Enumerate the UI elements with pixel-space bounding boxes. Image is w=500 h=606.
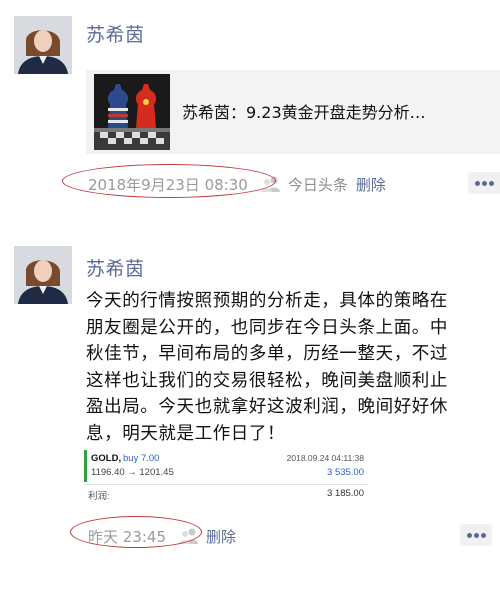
avatar[interactable] — [14, 16, 72, 74]
author-name[interactable]: 苏希茵 — [86, 20, 145, 47]
author-name[interactable]: 苏希茵 — [86, 254, 145, 281]
avatar-photo — [14, 16, 72, 74]
dot-icon — [481, 533, 486, 538]
text-line: 今天的行情按照预期的分析走，具体的策略在 — [86, 291, 448, 311]
trade-datetime: 2018.09.24 04:11:38 — [286, 453, 364, 463]
dot-icon — [474, 533, 479, 538]
moment-post: 苏希茵 苏希茵：9.23黄金开盘走势分析… 2018年9月23日 08:30 今… — [0, 0, 500, 222]
profit-label: 利润: — [88, 491, 110, 502]
trade-profit: 3 535.00 — [327, 467, 364, 478]
trade-symbol: GOLD, — [91, 453, 122, 464]
trade-summary-row: 利润: 3 185.00 — [84, 484, 368, 502]
comment-button[interactable] — [468, 172, 500, 194]
source-label[interactable]: 今日头条 — [288, 174, 348, 195]
trade-prices: 1196.40 → 1201.45 — [91, 467, 174, 478]
text-line: 朋友圈是公开的，也同步在今日头条上面。中 — [86, 317, 448, 338]
timestamp-text: 昨天 23:45 — [88, 527, 166, 546]
text-line: 这样也让我们的交易很轻松，晚间美盘顺利止 — [86, 370, 448, 391]
post-timestamp: 昨天 23:45 — [70, 515, 202, 550]
shared-article-card[interactable]: 苏希茵：9.23黄金开盘走势分析… — [86, 70, 500, 154]
avatar-photo — [14, 246, 72, 304]
article-thumbnail — [94, 74, 170, 150]
profit-total: 3 185.00 — [327, 488, 364, 499]
trade-direction: buy 7.00 — [123, 453, 160, 464]
post-meta: 2018年9月23日 08:30 今日头条 删除 — [62, 163, 386, 198]
people-icon — [260, 176, 280, 192]
text-line: 盈出局。今天也就拿好这波利润，晚间好好休 — [86, 397, 448, 417]
text-line: 秋佳节，早间布局的多单，历经一整天，不过 — [86, 344, 448, 364]
trade-order-row: GOLD, buy 7.00 2018.09.24 04:11:38 1196.… — [84, 450, 368, 482]
post-timestamp: 2018年9月23日 08:30 — [62, 163, 276, 198]
dot-icon — [489, 181, 494, 186]
comment-button[interactable] — [460, 524, 492, 546]
delete-link[interactable]: 删除 — [356, 174, 386, 195]
article-title: 苏希茵：9.23黄金开盘走势分析… — [182, 103, 426, 122]
people-icon — [179, 528, 198, 544]
dot-icon — [475, 181, 480, 186]
text-line: 息，明天就是工作日了！ — [86, 423, 286, 444]
timestamp-text: 2018年9月23日 08:30 — [88, 175, 248, 194]
dot-icon — [467, 533, 472, 538]
post-meta: 昨天 23:45 删除 — [70, 515, 236, 550]
moment-post: 苏希茵 今天的行情按照预期的分析走，具体的策略在 朋友圈是公开的，也同步在今日头… — [0, 238, 500, 606]
post-divider — [0, 222, 500, 238]
delete-link[interactable]: 删除 — [206, 526, 236, 547]
dot-icon — [482, 181, 487, 186]
post-text: 今天的行情按照预期的分析走，具体的策略在 朋友圈是公开的，也同步在今日头条上面。… — [86, 288, 490, 447]
avatar[interactable] — [14, 246, 72, 304]
trade-screenshot[interactable]: GOLD, buy 7.00 2018.09.24 04:11:38 1196.… — [84, 450, 368, 502]
